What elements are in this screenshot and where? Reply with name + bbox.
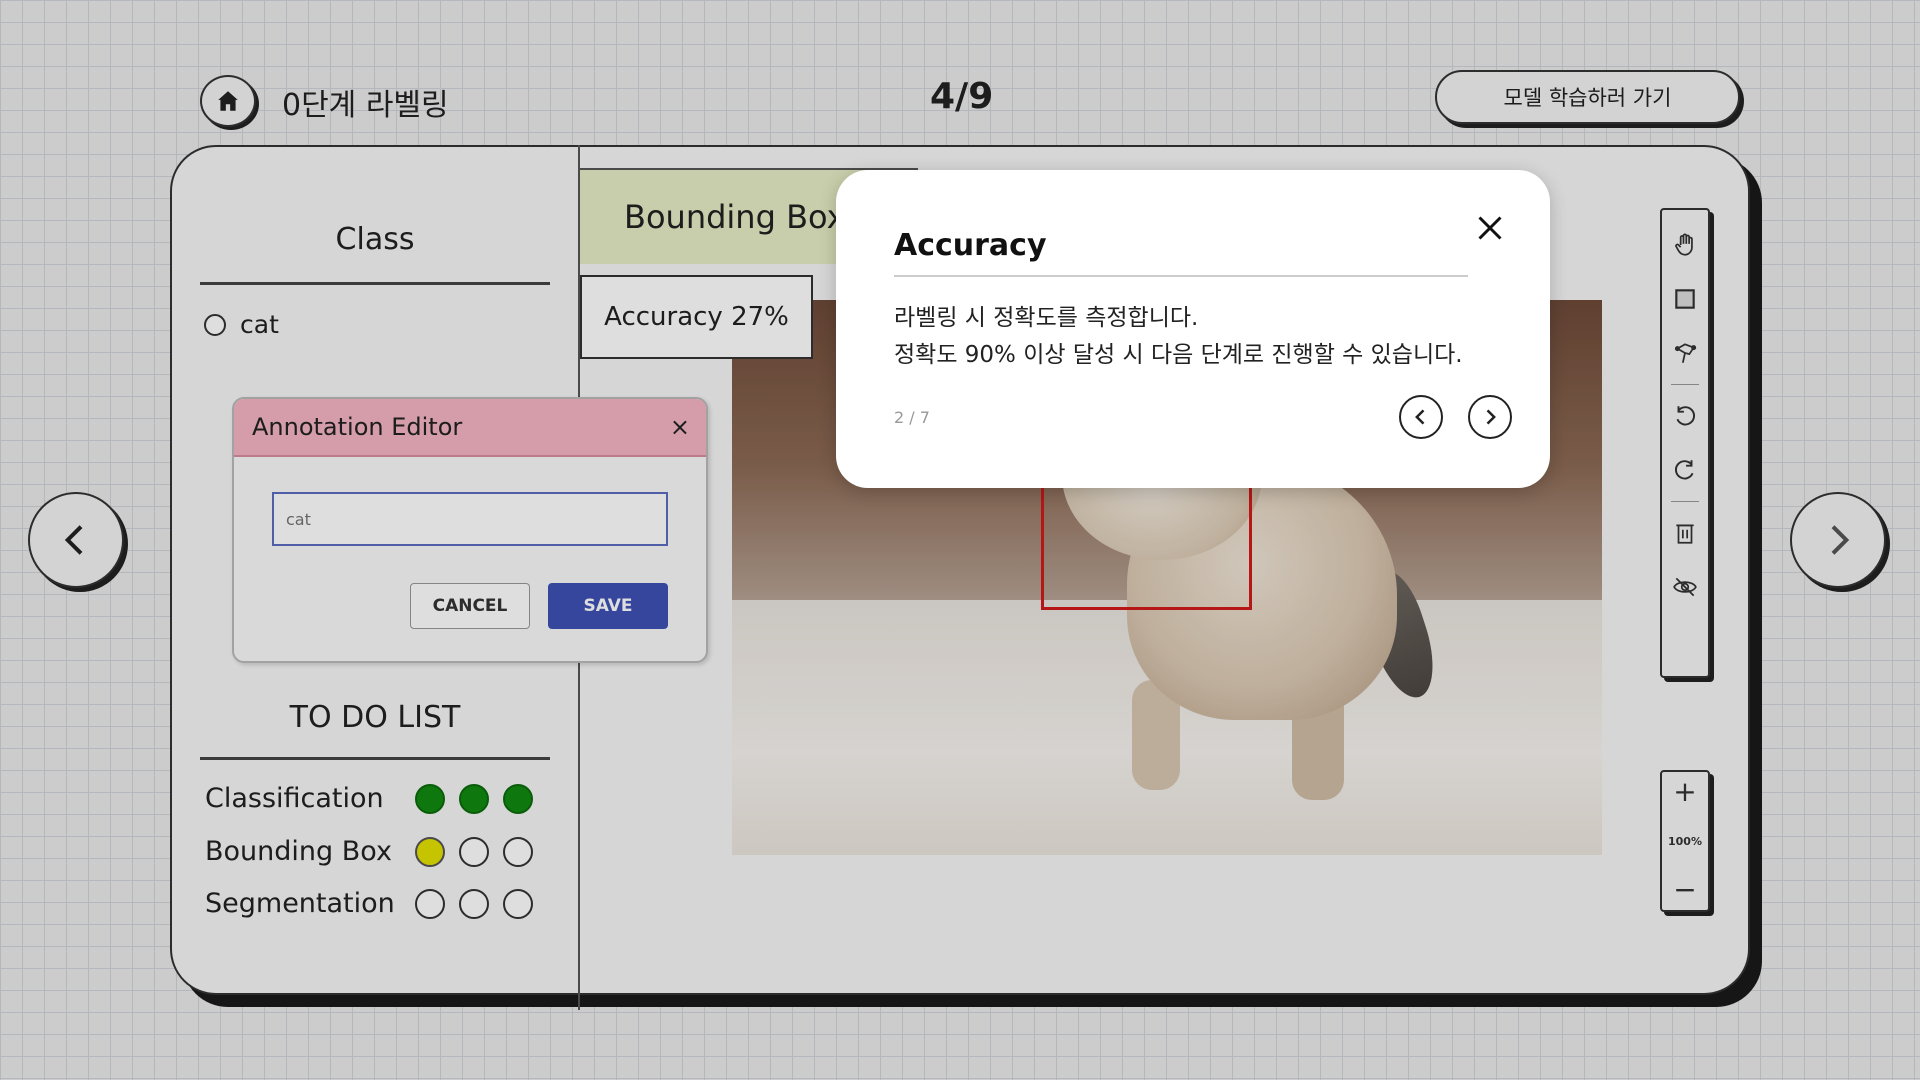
modal-body-line: 정확도 90% 이상 달성 시 다음 단계로 진행할 수 있습니다. bbox=[894, 342, 1463, 368]
modal-body: 라벨링 시 정확도를 측정합니다. 정확도 90% 이상 달성 시 다음 단계로… bbox=[894, 300, 1463, 374]
tutorial-overlay bbox=[0, 0, 1920, 1080]
chevron-right-icon bbox=[1486, 409, 1496, 425]
modal-step-counter: 2 / 7 bbox=[894, 408, 930, 427]
modal-divider bbox=[894, 275, 1468, 277]
close-button[interactable] bbox=[1472, 210, 1508, 246]
modal-title: Accuracy bbox=[894, 228, 1047, 263]
tutorial-modal: Accuracy 라벨링 시 정확도를 측정합니다. 정확도 90% 이상 달성… bbox=[836, 170, 1550, 488]
modal-body-line: 라벨링 시 정확도를 측정합니다. bbox=[894, 305, 1199, 331]
close-icon bbox=[1478, 216, 1502, 240]
modal-prev-button[interactable] bbox=[1399, 395, 1443, 439]
chevron-left-icon bbox=[1415, 409, 1425, 425]
modal-next-button[interactable] bbox=[1468, 395, 1512, 439]
